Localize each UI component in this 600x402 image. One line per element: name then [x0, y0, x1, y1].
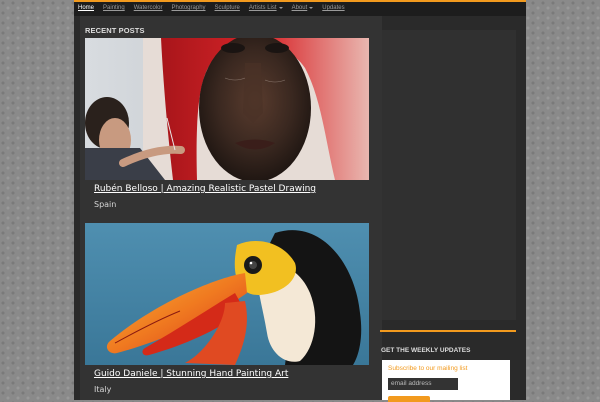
- post-thumbnail-pastel-drawing[interactable]: [85, 38, 369, 180]
- post-title-link[interactable]: Rubén Belloso | Amazing Realistic Pastel…: [94, 184, 316, 194]
- pastel-portrait-drawing-image: [85, 38, 369, 180]
- nav-photography[interactable]: Photography: [172, 5, 206, 11]
- nav-updates[interactable]: Updates: [322, 5, 344, 11]
- chevron-down-icon: [278, 7, 283, 9]
- main-nav: Home Painting Watercolor Photography Scu…: [78, 5, 345, 11]
- nav-label: Artists List: [248, 5, 277, 11]
- subscribe-label: Subscribe to our mailing list: [388, 365, 468, 372]
- page-wrapper: Home Painting Watercolor Photography Scu…: [74, 0, 526, 402]
- sidebar-ad-area: [382, 30, 516, 320]
- nav-label: About: [291, 5, 308, 11]
- subscribe-form: Subscribe to our mailing list email addr…: [382, 360, 510, 402]
- nav-home[interactable]: Home: [78, 5, 94, 11]
- sidebar-divider: [380, 330, 516, 332]
- chevron-down-icon: [309, 7, 314, 9]
- post-thumbnail-hand-painting[interactable]: [85, 223, 369, 365]
- post-country: Spain: [94, 200, 117, 209]
- nav-label: Watercolor: [133, 5, 163, 11]
- post-title-link[interactable]: Guido Daniele | Stunning Hand Painting A…: [94, 369, 288, 379]
- section-title: RECENT POSTS: [85, 26, 145, 35]
- nav-sculpture[interactable]: Sculpture: [215, 5, 240, 11]
- nav-label: Updates: [322, 5, 345, 11]
- nav-label: Painting: [103, 5, 125, 11]
- nav-watercolor[interactable]: Watercolor: [134, 5, 163, 11]
- nav-label: Home: [78, 5, 95, 11]
- nav-label: Photography: [171, 5, 206, 11]
- sidebar-widget-title: GET THE WEEKLY UPDATES: [381, 347, 471, 354]
- toucan-hand-painting-image: [85, 223, 369, 365]
- email-field[interactable]: email address: [388, 378, 458, 390]
- top-navigation-bar: Home Painting Watercolor Photography Scu…: [74, 0, 526, 16]
- post-country: Italy: [94, 385, 112, 394]
- main-content: RECENT POSTS Rubén Belloso | Amazing Rea…: [80, 16, 382, 400]
- nav-about[interactable]: About: [292, 5, 314, 11]
- nav-painting[interactable]: Painting: [103, 5, 125, 11]
- nav-artists-list[interactable]: Artists List: [249, 5, 283, 11]
- nav-label: Sculpture: [214, 5, 240, 11]
- subscribe-button[interactable]: [388, 396, 430, 402]
